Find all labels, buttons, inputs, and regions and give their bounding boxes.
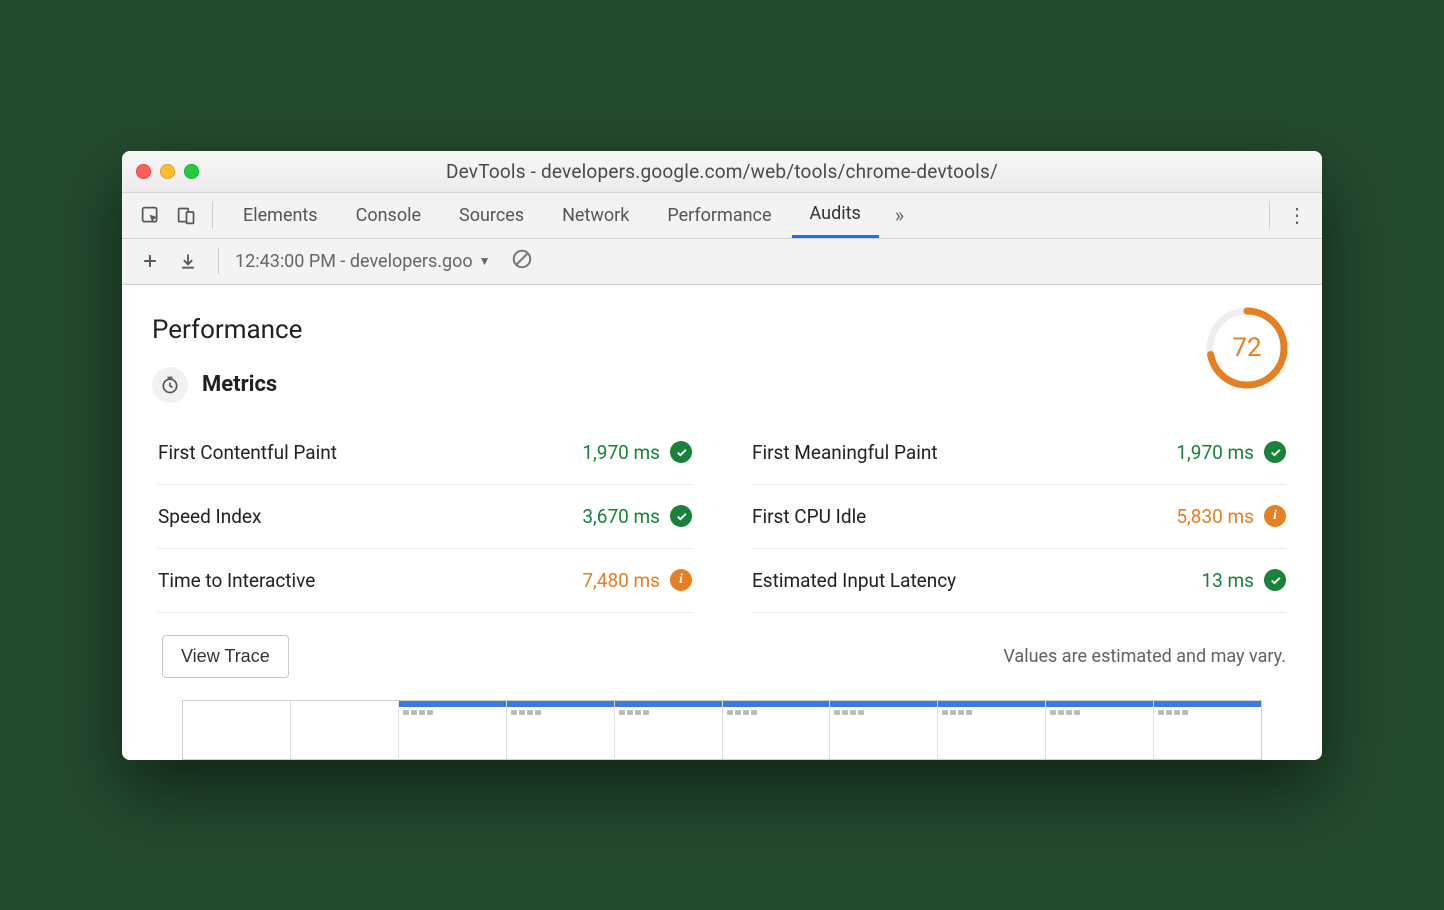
clear-report-button[interactable] xyxy=(511,248,533,274)
device-toolbar-icon[interactable] xyxy=(172,201,200,229)
metrics-footer: View Trace Values are estimated and may … xyxy=(162,635,1286,678)
performance-score-gauge: 72 xyxy=(1204,305,1290,391)
check-icon xyxy=(670,441,692,463)
report-selector-label: 12:43:00 PM - developers.goo xyxy=(235,251,473,272)
metric-value: 3,670 ms xyxy=(582,505,660,528)
filmstrip-frame xyxy=(830,701,938,759)
filmstrip-frame xyxy=(183,701,291,759)
metric-label: First CPU Idle xyxy=(752,505,866,528)
filmstrip-frame xyxy=(1046,701,1154,759)
filmstrip-frame xyxy=(1154,701,1261,759)
tab-label: Console xyxy=(356,205,421,226)
tab-label: Sources xyxy=(459,205,524,226)
tab-label: Network xyxy=(562,205,629,226)
metric-row: Estimated Input Latency 13 ms xyxy=(752,549,1286,613)
stopwatch-icon xyxy=(152,367,188,403)
metrics-grid: First Contentful Paint1,970 msFirst Mean… xyxy=(158,421,1286,613)
tab-sources[interactable]: Sources xyxy=(441,192,542,238)
metric-value: 1,970 ms xyxy=(1176,441,1254,464)
metric-value-wrap: 1,970 ms xyxy=(582,441,692,464)
section-title: Performance xyxy=(152,315,1292,345)
check-icon xyxy=(1264,441,1286,463)
metrics-heading: Metrics xyxy=(202,372,277,397)
tab-label: Elements xyxy=(243,205,318,226)
metric-value: 1,970 ms xyxy=(582,441,660,464)
metric-value-wrap: 3,670 ms xyxy=(582,505,692,528)
info-icon: i xyxy=(670,569,692,591)
metric-label: Estimated Input Latency xyxy=(752,569,956,592)
view-trace-label: View Trace xyxy=(181,646,270,666)
settings-menu-button[interactable]: ⋮ xyxy=(1282,203,1312,227)
check-icon xyxy=(670,505,692,527)
metric-value: 5,830 ms xyxy=(1176,505,1254,528)
tab-label: Audits xyxy=(810,203,861,224)
panel-tabs: Elements Console Sources Network Perform… xyxy=(225,192,918,238)
filmstrip-frame xyxy=(291,701,399,759)
tab-network[interactable]: Network xyxy=(544,192,647,238)
audits-toolbar: 12:43:00 PM - developers.goo ▼ xyxy=(122,239,1322,285)
metric-value: 7,480 ms xyxy=(582,569,660,592)
metric-label: First Contentful Paint xyxy=(158,441,337,464)
new-audit-button[interactable] xyxy=(136,247,164,275)
devtools-tabs-row: Elements Console Sources Network Perform… xyxy=(122,193,1322,239)
tab-audits[interactable]: Audits xyxy=(792,192,879,238)
download-report-button[interactable] xyxy=(174,247,202,275)
tab-label: Performance xyxy=(667,205,771,226)
filmstrip[interactable] xyxy=(182,700,1262,760)
metric-value-wrap: 7,480 ms i xyxy=(582,569,692,592)
filmstrip-frame xyxy=(723,701,831,759)
tab-console[interactable]: Console xyxy=(338,192,439,238)
titlebar: DevTools - developers.google.com/web/too… xyxy=(122,151,1322,193)
metric-row: First Meaningful Paint 1,970 ms xyxy=(752,421,1286,485)
audit-report: Performance 72 Metrics First Contentful … xyxy=(122,285,1322,760)
window-title: DevTools - developers.google.com/web/too… xyxy=(122,160,1322,183)
metric-value-wrap: 5,830 ms i xyxy=(1176,505,1286,528)
filmstrip-frame xyxy=(615,701,723,759)
tabs-overflow-button[interactable]: » xyxy=(881,203,918,227)
info-icon: i xyxy=(1264,505,1286,527)
metric-row: First CPU Idle 5,830 ms i xyxy=(752,485,1286,549)
filmstrip-frame xyxy=(399,701,507,759)
tab-elements[interactable]: Elements xyxy=(225,192,336,238)
metric-value-wrap: 13 ms xyxy=(1201,569,1286,592)
inspect-element-icon[interactable] xyxy=(136,201,164,229)
metrics-footnote: Values are estimated and may vary. xyxy=(1003,646,1286,667)
metrics-heading-row: Metrics xyxy=(152,367,1292,403)
metric-label: First Meaningful Paint xyxy=(752,441,938,464)
devtools-window: DevTools - developers.google.com/web/too… xyxy=(122,151,1322,760)
metric-row: Time to Interactive 7,480 ms i xyxy=(158,549,692,613)
overflow-icon: » xyxy=(895,203,904,227)
report-selector[interactable]: 12:43:00 PM - developers.goo ▼ xyxy=(235,251,491,272)
dropdown-caret-icon: ▼ xyxy=(479,254,491,268)
check-icon xyxy=(1264,569,1286,591)
tab-performance[interactable]: Performance xyxy=(649,192,789,238)
metric-row: First Contentful Paint 1,970 ms xyxy=(158,421,692,485)
metric-label: Time to Interactive xyxy=(158,569,315,592)
metric-value: 13 ms xyxy=(1201,569,1254,592)
filmstrip-frame xyxy=(938,701,1046,759)
view-trace-button[interactable]: View Trace xyxy=(162,635,289,678)
filmstrip-frame xyxy=(507,701,615,759)
metric-value-wrap: 1,970 ms xyxy=(1176,441,1286,464)
metric-row: Speed Index 3,670 ms xyxy=(158,485,692,549)
performance-score-value: 72 xyxy=(1204,305,1290,391)
metric-label: Speed Index xyxy=(158,505,261,528)
